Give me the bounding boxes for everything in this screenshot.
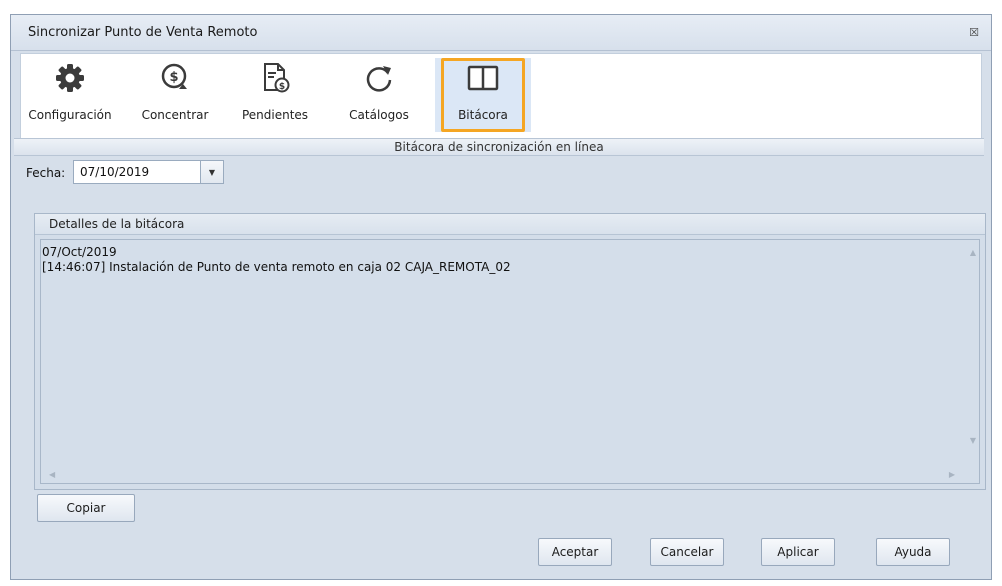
scroll-up-arrow-icon[interactable]: ▲ xyxy=(970,248,976,257)
ribbon-label-catalogos: Catálogos xyxy=(349,108,409,122)
book-icon xyxy=(467,62,499,94)
ribbon-button-concentrar[interactable]: $ Concentrar xyxy=(134,58,216,132)
refresh-icon xyxy=(363,62,395,94)
close-icon[interactable]: ☒ xyxy=(965,24,983,42)
log-content: 07/Oct/2019 [14:46:07] Instalación de Pu… xyxy=(42,245,511,274)
section-header: Bitácora de sincronización en línea xyxy=(14,138,984,156)
scroll-right-arrow-icon[interactable]: ▶ xyxy=(949,470,955,479)
log-details-header: Detalles de la bitácora xyxy=(35,214,985,235)
fecha-date-input[interactable] xyxy=(73,160,201,184)
ribbon-button-configuracion[interactable]: Configuración xyxy=(24,58,116,132)
money-refresh-icon: $ xyxy=(159,62,191,94)
ribbon-label-bitacora: Bitácora xyxy=(458,108,508,122)
aceptar-button[interactable]: Aceptar xyxy=(538,538,612,566)
ribbon-label-concentrar: Concentrar xyxy=(141,108,209,122)
aplicar-button[interactable]: Aplicar xyxy=(761,538,835,566)
copiar-button[interactable]: Copiar xyxy=(37,494,135,522)
scroll-left-arrow-icon[interactable]: ◀ xyxy=(49,470,55,479)
window-title: Sincronizar Punto de Venta Remoto xyxy=(28,25,258,40)
ribbon-button-pendientes[interactable]: $ Pendientes xyxy=(234,58,316,132)
scroll-down-arrow-icon[interactable]: ▼ xyxy=(970,436,976,445)
fecha-label: Fecha: xyxy=(26,166,66,180)
svg-text:$: $ xyxy=(279,82,285,92)
title-bar: Sincronizar Punto de Venta Remoto ☒ xyxy=(11,15,991,51)
ribbon-button-catalogos[interactable]: Catálogos xyxy=(339,58,419,132)
ribbon-label-pendientes: Pendientes xyxy=(241,108,309,122)
gear-icon xyxy=(54,62,86,94)
log-textarea[interactable]: 07/Oct/2019 [14:46:07] Instalación de Pu… xyxy=(40,239,980,484)
log-details-group: Detalles de la bitácora 07/Oct/2019 [14:… xyxy=(34,213,986,490)
svg-text:$: $ xyxy=(169,70,178,85)
ribbon-button-bitacora[interactable]: Bitácora xyxy=(435,58,531,132)
document-money-icon: $ xyxy=(259,62,291,94)
ribbon-label-configuracion: Configuración xyxy=(28,108,112,122)
cancelar-button[interactable]: Cancelar xyxy=(650,538,724,566)
ayuda-button[interactable]: Ayuda xyxy=(876,538,950,566)
ribbon-toolbar: Configuración $ Concentrar $ Pendientes … xyxy=(20,53,982,143)
chevron-down-icon[interactable]: ▼ xyxy=(201,160,224,184)
